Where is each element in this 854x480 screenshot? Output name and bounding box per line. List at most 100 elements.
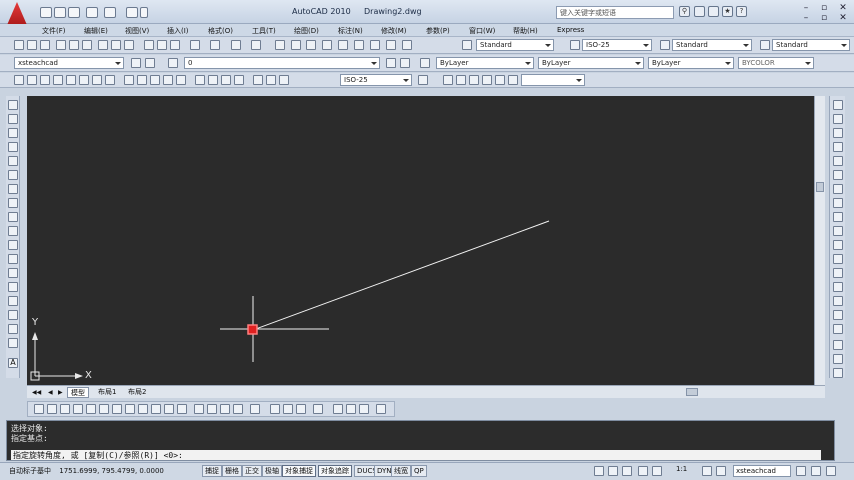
view-select[interactable] [521,74,585,86]
jogged-dim-icon[interactable] [79,75,89,85]
horizontal-scroll-thumb[interactable] [686,388,698,396]
isolate-objects-icon[interactable] [811,466,821,476]
help-icon[interactable]: ? [736,6,747,17]
continue-dim-icon[interactable] [150,75,160,85]
tolerance-icon[interactable] [195,75,205,85]
menu-help[interactable]: 帮助(H) [513,26,538,36]
workspace-switch[interactable]: xsteachcad [733,465,791,477]
menu-edit[interactable]: 编辑(E) [84,26,108,36]
ordinate-dim-icon[interactable] [53,75,63,85]
zoom-realtime-icon[interactable] [251,40,261,50]
arc-length-dim-icon[interactable] [40,75,50,85]
text-edit-icon[interactable] [833,354,843,364]
move-icon[interactable] [833,170,843,180]
drawing-canvas[interactable]: Y X [27,96,814,385]
copy-icon[interactable] [124,40,134,50]
snap-parallel-icon[interactable] [177,404,187,414]
match-properties-icon[interactable] [157,40,167,50]
snap-midpoint-icon[interactable] [73,404,83,414]
design-center-icon[interactable] [322,40,332,50]
color-select[interactable]: ByLayer [436,57,534,69]
view-box-icon-6[interactable] [508,75,518,85]
undo-icon[interactable] [86,7,98,18]
temp-track-icon[interactable] [34,404,44,414]
dim-update-icon[interactable] [279,75,289,85]
aligned-dim-icon[interactable] [27,75,37,85]
tab-nav-first[interactable]: ◀◀ [29,387,44,398]
angular-dim-icon[interactable] [105,75,115,85]
menu-file[interactable]: 文件(F) [42,26,66,36]
dim-text-edit-icon[interactable] [266,75,276,85]
redo-toolbar-icon[interactable] [210,40,220,50]
redo-icon[interactable] [104,7,116,18]
snap-quadrant-icon[interactable] [138,404,148,414]
coordinate-readout[interactable]: 自动标子基中 1751.6999, 795.4799, 0.0000 [9,466,164,476]
command-input[interactable]: 指定旋转角度, 或 [复制(C)/参照(R)] <0>: [11,450,821,460]
plot-toolbar-icon[interactable] [56,40,66,50]
grid-toggle[interactable]: 栅格 [222,465,242,477]
lineweight-toggle[interactable]: 线宽 [391,465,411,477]
snap-nearest-icon[interactable] [220,404,230,414]
offset-icon[interactable] [833,142,843,152]
layer-select[interactable]: 0 [184,57,380,69]
snap-intersection-icon[interactable] [86,404,96,414]
selected-grip[interactable] [247,324,258,335]
model-space-icon[interactable] [594,466,604,476]
doc-restore-icon[interactable]: ▫ [817,13,831,23]
snap-3d-icon-7[interactable] [359,404,369,414]
erase-icon[interactable] [833,100,843,110]
spline-icon[interactable] [8,212,18,222]
table-icon[interactable] [8,338,18,348]
markup-icon[interactable] [370,40,380,50]
menu-modify[interactable]: 修改(M) [381,26,407,36]
sheet-set-icon[interactable] [354,40,364,50]
rotate-icon[interactable] [833,184,843,194]
communication-center-icon[interactable] [708,6,719,17]
snap-perpendicular-icon[interactable] [164,404,174,414]
menu-draw[interactable]: 绘图(D) [294,26,319,36]
properties-side-icon[interactable] [833,368,843,378]
plot-icon[interactable] [126,7,138,18]
make-current-layer-icon[interactable] [386,58,396,68]
center-mark-icon[interactable] [208,75,218,85]
break-icon[interactable] [833,268,843,278]
snap-3d-icon-3[interactable] [296,404,306,414]
snap-insert-icon[interactable] [194,404,204,414]
otrack-toggle[interactable]: 对象追踪 [318,465,352,477]
publish-icon[interactable] [82,40,92,50]
workspace-gear-icon[interactable] [145,58,155,68]
table-style-icon[interactable] [660,40,670,50]
snap-tangent-icon[interactable] [151,404,161,414]
hatch-icon[interactable] [8,296,18,306]
favorites-icon[interactable]: ★ [722,6,733,17]
open-file-icon[interactable] [54,7,66,18]
quick-view-drawings-icon[interactable] [622,466,632,476]
view-box-icon-4[interactable] [482,75,492,85]
search-icon[interactable]: ⚲ [679,6,690,17]
workspace-select[interactable]: xsteachcad [14,57,124,69]
ortho-toggle[interactable]: 正交 [242,465,262,477]
polar-toggle[interactable]: 极轴 [262,465,282,477]
doc-close-icon[interactable]: ✕ [836,13,850,23]
command-window[interactable]: 选择对象: 指定基点: 指定旋转角度, 或 [复制(C)/参照(R)] <0>: [6,420,835,461]
menu-express[interactable]: Express [557,26,584,34]
dim-break-icon[interactable] [176,75,186,85]
jogged-linear-icon[interactable] [234,75,244,85]
lock-icon[interactable] [796,466,806,476]
view-box-icon-1[interactable] [443,75,453,85]
3d-dwf-icon[interactable] [98,40,108,50]
multiline-text-icon[interactable]: A [8,358,18,368]
zoom-previous-icon[interactable] [291,40,301,50]
line-icon[interactable] [8,100,18,110]
snap-3d-icon-1[interactable] [270,404,280,414]
snap-3d-icon-5[interactable] [333,404,343,414]
quick-view-layouts-icon[interactable] [608,466,618,476]
table-style-select[interactable]: Standard [672,39,752,51]
radius-dim-icon[interactable] [66,75,76,85]
polyline-icon[interactable] [8,128,18,138]
help-search-input[interactable]: 键入关键字或短语 [556,6,674,19]
vertical-scroll-thumb[interactable] [816,182,824,192]
block-editor-icon[interactable] [170,40,180,50]
help-toolbar-icon[interactable] [402,40,412,50]
text-style-select[interactable]: Standard [476,39,554,51]
